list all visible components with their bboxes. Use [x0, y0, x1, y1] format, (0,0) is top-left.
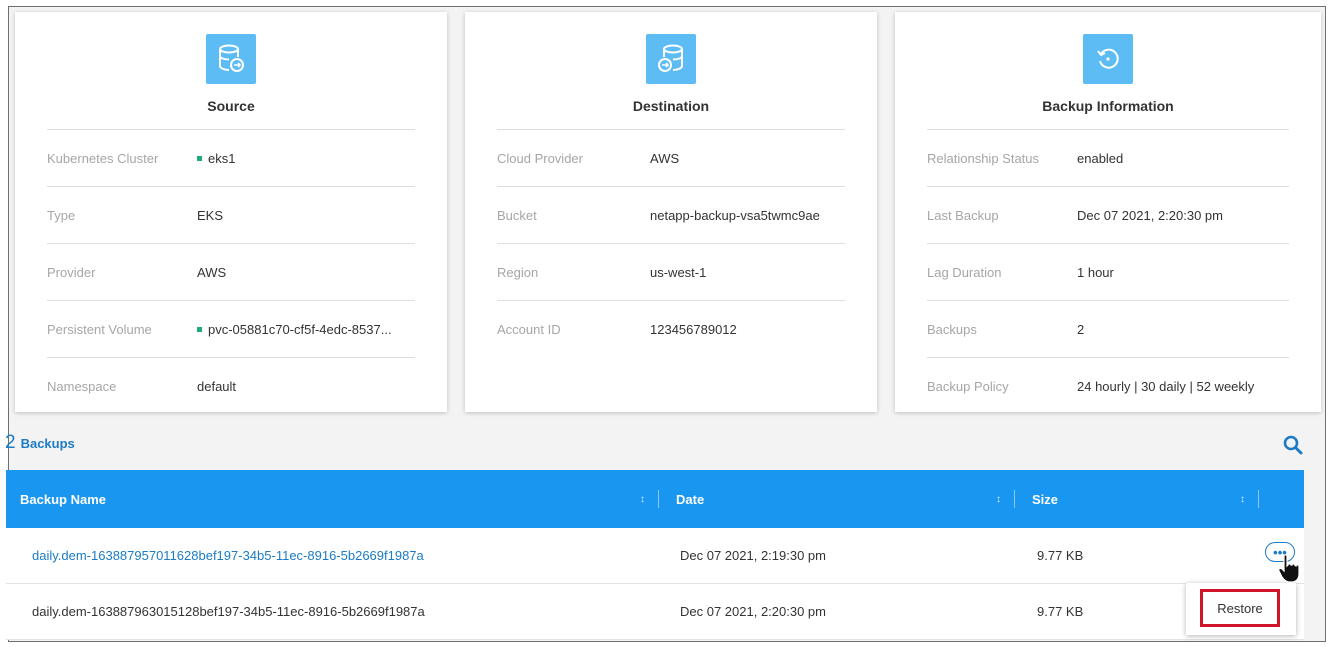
table-row[interactable]: daily.dem-163887963015128bef197-34b5-11e…	[6, 584, 1304, 640]
column-header-backup-name[interactable]: Backup Name	[20, 470, 106, 528]
column-divider	[658, 490, 659, 508]
column-divider	[1014, 490, 1015, 508]
type-value: EKS	[197, 208, 224, 223]
backup-info-row-last-backup: Last Backup Dec 07 2021, 2:20:30 pm	[927, 186, 1289, 244]
backup-date: Dec 07 2021, 2:19:30 pm	[680, 548, 826, 563]
backup-info-row-status: Relationship Status enabled	[927, 129, 1289, 187]
backup-name: daily.dem-163887963015128bef197-34b5-11e…	[32, 604, 425, 619]
sort-icon[interactable]: ↕	[996, 470, 1001, 528]
row-label: Backups	[927, 322, 977, 337]
row-label: Region	[497, 265, 539, 280]
backups-count: 2	[5, 432, 16, 453]
destination-row-account: Account ID 123456789012	[497, 300, 845, 358]
relationship-status-value: enabled	[1077, 151, 1124, 166]
sort-icon[interactable]: ↕	[1240, 470, 1245, 528]
namespace-value: default	[197, 379, 237, 394]
row-label: Persistent Volume	[47, 322, 152, 337]
row-label: Account ID	[497, 322, 561, 337]
last-backup-value: Dec 07 2021, 2:20:30 pm	[1077, 208, 1223, 223]
source-title: Source	[207, 98, 255, 114]
column-header-date[interactable]: Date	[676, 470, 704, 528]
cloud-provider-value: AWS	[650, 151, 680, 166]
backups-heading: 2 Backups	[5, 432, 75, 454]
search-icon[interactable]	[1281, 433, 1305, 457]
row-label: Cloud Provider	[497, 151, 583, 166]
restore-menu-item[interactable]: Restore	[1200, 589, 1280, 627]
status-dot	[197, 156, 202, 161]
backup-info-card: Backup Information Relationship Status e…	[895, 12, 1321, 412]
row-label: Backup Policy	[927, 379, 1009, 394]
row-label: Bucket	[497, 208, 537, 223]
source-row-namespace: Namespace default	[47, 357, 415, 415]
row-label: Relationship Status	[927, 151, 1040, 166]
row-label: Kubernetes Cluster	[47, 151, 159, 166]
sort-icon[interactable]: ↕	[640, 470, 645, 528]
column-header-size[interactable]: Size	[1032, 470, 1058, 528]
backup-name-link[interactable]: daily.dem-163887957011628bef197-34b5-11e…	[32, 528, 424, 583]
backups-table-header: Backup Name ↕ Date ↕ Size ↕	[6, 470, 1304, 528]
destination-row-bucket: Bucket netapp-backup-vsa5twmc9ae	[497, 186, 845, 244]
source-row-provider: Provider AWS	[47, 243, 415, 301]
destination-card: Destination Cloud Provider AWS Bucket ne…	[465, 12, 877, 412]
source-card: Source Kubernetes Cluster eks1 Type EKS …	[15, 12, 447, 412]
column-divider	[1258, 490, 1259, 508]
row-label: Provider	[47, 265, 96, 280]
bucket-value: netapp-backup-vsa5twmc9ae	[650, 208, 820, 223]
destination-title: Destination	[632, 98, 710, 114]
backup-info-row-backups: Backups 2	[927, 300, 1289, 358]
cluster-name: eks1	[208, 151, 236, 166]
region-value: us-west-1	[650, 265, 707, 280]
backups-label: Backups	[20, 436, 75, 451]
destination-row-region: Region us-west-1	[497, 243, 845, 301]
row-label: Lag Duration	[927, 265, 1002, 280]
backup-date: Dec 07 2021, 2:20:30 pm	[680, 604, 826, 619]
source-row-type: Type EKS	[47, 186, 415, 244]
database-arrow-icon	[206, 34, 256, 84]
backups-count-value: 2	[1077, 322, 1085, 337]
row-label: Namespace	[47, 379, 117, 394]
volume-name: pvc-05881c70-cf5f-4edc-8537...	[208, 322, 392, 337]
source-row-volume: Persistent Volume pvc-05881c70-cf5f-4edc…	[47, 300, 415, 358]
restore-clock-icon	[1083, 34, 1133, 84]
row-label: Type	[47, 208, 76, 223]
database-backup-icon	[646, 34, 696, 84]
hand-cursor-icon	[1278, 554, 1300, 583]
provider-value: AWS	[197, 265, 227, 280]
destination-row-cloud-provider: Cloud Provider AWS	[497, 129, 845, 187]
backup-info-row-policy: Backup Policy 24 hourly | 30 daily | 52 …	[927, 357, 1289, 415]
backup-size: 9.77 KB	[1037, 548, 1084, 563]
source-row-cluster: Kubernetes Cluster eks1	[47, 129, 415, 187]
status-dot	[197, 327, 202, 332]
lag-duration-value: 1 hour	[1077, 265, 1114, 280]
cluster-value: eks1	[197, 151, 235, 166]
volume-value: pvc-05881c70-cf5f-4edc-8537...	[197, 322, 392, 337]
backup-size: 9.77 KB	[1037, 604, 1084, 619]
backup-info-row-lag: Lag Duration 1 hour	[927, 243, 1289, 301]
table-row[interactable]: daily.dem-163887957011628bef197-34b5-11e…	[6, 528, 1304, 584]
backup-info-title: Backup Information	[1042, 98, 1174, 114]
account-id-value: 123456789012	[650, 322, 737, 337]
row-label: Last Backup	[927, 208, 999, 223]
backup-policy-value: 24 hourly | 30 daily | 52 weekly	[1077, 379, 1255, 394]
